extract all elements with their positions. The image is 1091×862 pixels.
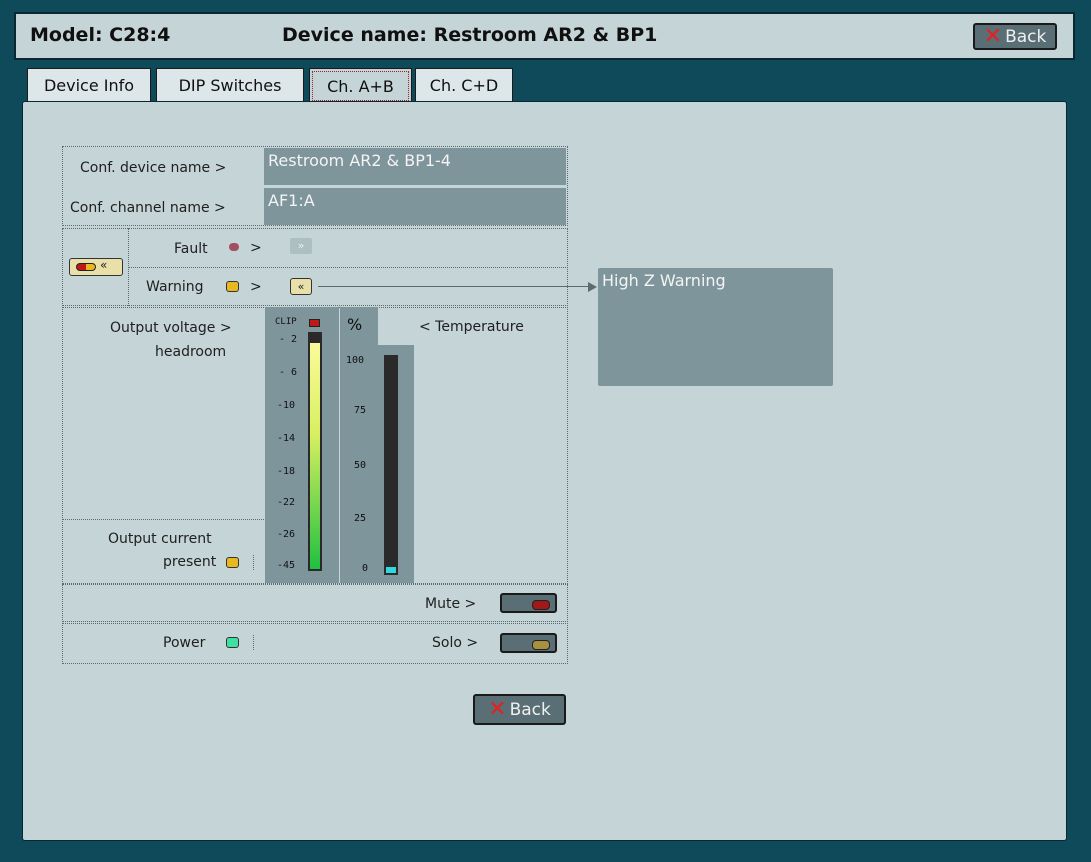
clip-label: CLIP (275, 317, 297, 327)
temperature-bar-track (384, 355, 398, 575)
double-chevron-left-icon: « (297, 280, 305, 293)
model-label: Model: C28:4 (30, 24, 171, 46)
header-back-button[interactable]: ✕ Back (973, 23, 1057, 50)
header-bar: Model: C28:4 Device name: Restroom AR2 &… (14, 12, 1075, 60)
mute-label: Mute > (425, 596, 477, 612)
fault-label: Fault (174, 241, 208, 257)
mute-toggle[interactable] (500, 593, 557, 613)
temperature-tick: 50 (354, 460, 367, 471)
conf-device-name-field[interactable]: Restroom AR2 & BP1-4 (264, 148, 566, 185)
headroom-label-2: headroom (155, 344, 227, 360)
status-row-divider (128, 267, 568, 268)
fault-warning-indicator-icon: « (69, 258, 123, 276)
solo-label: Solo > (432, 635, 479, 651)
headroom-label: Output voltage > (110, 320, 232, 336)
warning-message-box: High Z Warning (598, 268, 833, 386)
tab-ch-c-d[interactable]: Ch. C+D (415, 68, 513, 101)
arrow-right-icon (588, 282, 597, 292)
separator (253, 555, 254, 570)
tab-device-info[interactable]: Device Info (27, 68, 151, 101)
back-button[interactable]: ✕ Back (473, 694, 566, 725)
headroom-tick: -45 (277, 560, 296, 571)
warning-led (226, 281, 239, 292)
back-button-label: Back (509, 699, 551, 720)
power-solo-row (62, 623, 568, 664)
double-chevron-left-icon: « (100, 258, 108, 272)
output-current-label-2: present (163, 554, 217, 570)
output-current-led (226, 557, 239, 568)
warning-label: Warning (146, 279, 204, 295)
fault-arrow: > (250, 240, 262, 256)
conf-device-name-label: Conf. device name > (80, 160, 227, 176)
temperature-tick: 100 (346, 355, 365, 366)
double-chevron-right-icon[interactable]: » (290, 238, 312, 254)
mute-row (62, 584, 568, 622)
temperature-tick: 0 (362, 563, 369, 574)
warning-arrow: > (250, 279, 262, 295)
solo-led (532, 640, 550, 650)
power-led (226, 637, 239, 648)
headroom-tick: - 6 (279, 367, 298, 378)
temperature-bar-fill (386, 567, 396, 573)
output-current-label: Output current (108, 531, 212, 547)
conf-channel-name-label: Conf. channel name > (70, 200, 226, 216)
headroom-tick: -22 (277, 497, 296, 508)
headroom-meter: CLIP - 2 - 6 -10 -14 -18 -22 -26 -45 (265, 307, 339, 583)
temperature-meter: 100 75 50 25 0 (340, 345, 414, 583)
headroom-bar-track (308, 332, 322, 571)
temperature-label: < Temperature (419, 319, 524, 335)
separator (253, 635, 254, 650)
headroom-tick: -14 (277, 433, 296, 444)
headroom-bar-fill (310, 343, 320, 569)
red-x-icon: ✕ (983, 23, 1003, 49)
back-button-label: Back (1005, 26, 1047, 47)
solo-toggle[interactable] (500, 633, 557, 653)
red-x-icon: ✕ (488, 696, 507, 722)
headroom-tick: - 2 (279, 334, 298, 345)
percent-header: % (340, 307, 378, 345)
warning-action-button[interactable]: « (290, 278, 312, 295)
temperature-tick: 75 (354, 405, 367, 416)
conf-channel-name-field[interactable]: AF1:A (264, 188, 566, 225)
tab-ch-a-b[interactable]: Ch. A+B (309, 68, 412, 104)
tab-dip-switches[interactable]: DIP Switches (156, 68, 304, 101)
warning-connector-line (318, 286, 594, 287)
headroom-tick: -18 (277, 466, 296, 477)
device-name-label: Device name: Restroom AR2 & BP1 (282, 24, 658, 46)
mute-led (532, 600, 550, 610)
clip-led (309, 319, 320, 327)
headroom-tick: -10 (277, 400, 296, 411)
temperature-tick: 25 (354, 513, 367, 524)
headroom-tick: -26 (277, 529, 296, 540)
percent-label: % (347, 315, 363, 334)
power-label: Power (163, 635, 206, 651)
meters-divider (62, 519, 264, 520)
fault-led (229, 243, 239, 251)
